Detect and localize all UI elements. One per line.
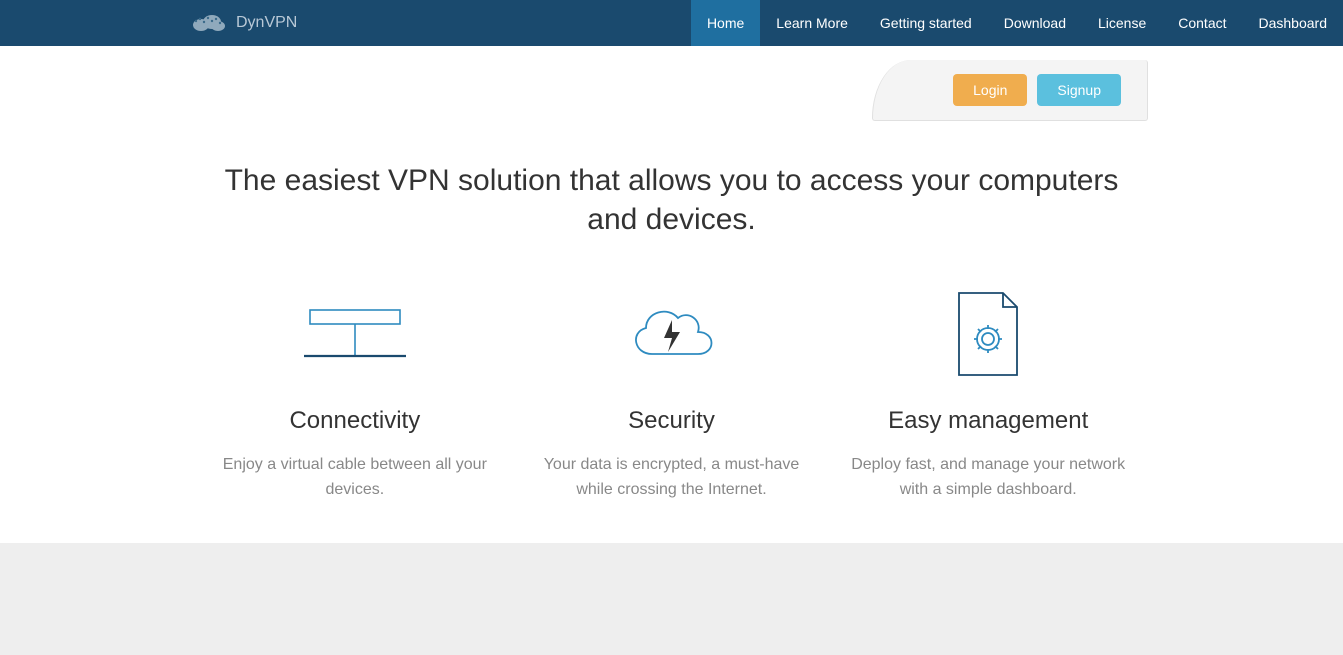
- login-button[interactable]: Login: [953, 74, 1027, 106]
- nav-license[interactable]: License: [1082, 0, 1162, 46]
- footer-area: [0, 543, 1343, 655]
- feature-security: Security Your data is encrypted, a must-…: [523, 289, 820, 503]
- cloud-logo-icon: [190, 8, 226, 39]
- hero-title: The easiest VPN solution that allows you…: [207, 161, 1137, 239]
- features-row: Connectivity Enjoy a virtual cable betwe…: [187, 289, 1157, 543]
- feature-connectivity: Connectivity Enjoy a virtual cable betwe…: [207, 289, 504, 503]
- brand-text: DynVPN: [236, 14, 297, 32]
- nav-dashboard[interactable]: Dashboard: [1243, 0, 1343, 46]
- auth-bar-container: Login Signup: [0, 60, 1343, 121]
- nav-home[interactable]: Home: [691, 0, 760, 46]
- feature-title: Connectivity: [207, 407, 504, 435]
- navbar: DynVPN Home Learn More Getting started D…: [0, 0, 1343, 46]
- nav-download[interactable]: Download: [988, 0, 1082, 46]
- auth-bar: Login Signup: [872, 60, 1148, 121]
- nav-items: Home Learn More Getting started Download…: [691, 0, 1343, 46]
- feature-desc: Deploy fast, and manage your network wit…: [840, 453, 1137, 503]
- feature-desc: Enjoy a virtual cable between all your d…: [207, 453, 504, 503]
- nav-getting-started[interactable]: Getting started: [864, 0, 988, 46]
- feature-management: Easy management Deploy fast, and manage …: [840, 289, 1137, 503]
- connectivity-icon: [207, 289, 504, 379]
- feature-desc: Your data is encrypted, a must-have whil…: [523, 453, 820, 503]
- feature-title: Security: [523, 407, 820, 435]
- nav-contact[interactable]: Contact: [1162, 0, 1242, 46]
- signup-button[interactable]: Signup: [1037, 74, 1121, 106]
- brand[interactable]: DynVPN: [190, 8, 297, 39]
- nav-learn-more[interactable]: Learn More: [760, 0, 864, 46]
- security-icon: [523, 289, 820, 379]
- management-icon: [840, 289, 1137, 379]
- feature-title: Easy management: [840, 407, 1137, 435]
- hero: The easiest VPN solution that allows you…: [187, 161, 1157, 239]
